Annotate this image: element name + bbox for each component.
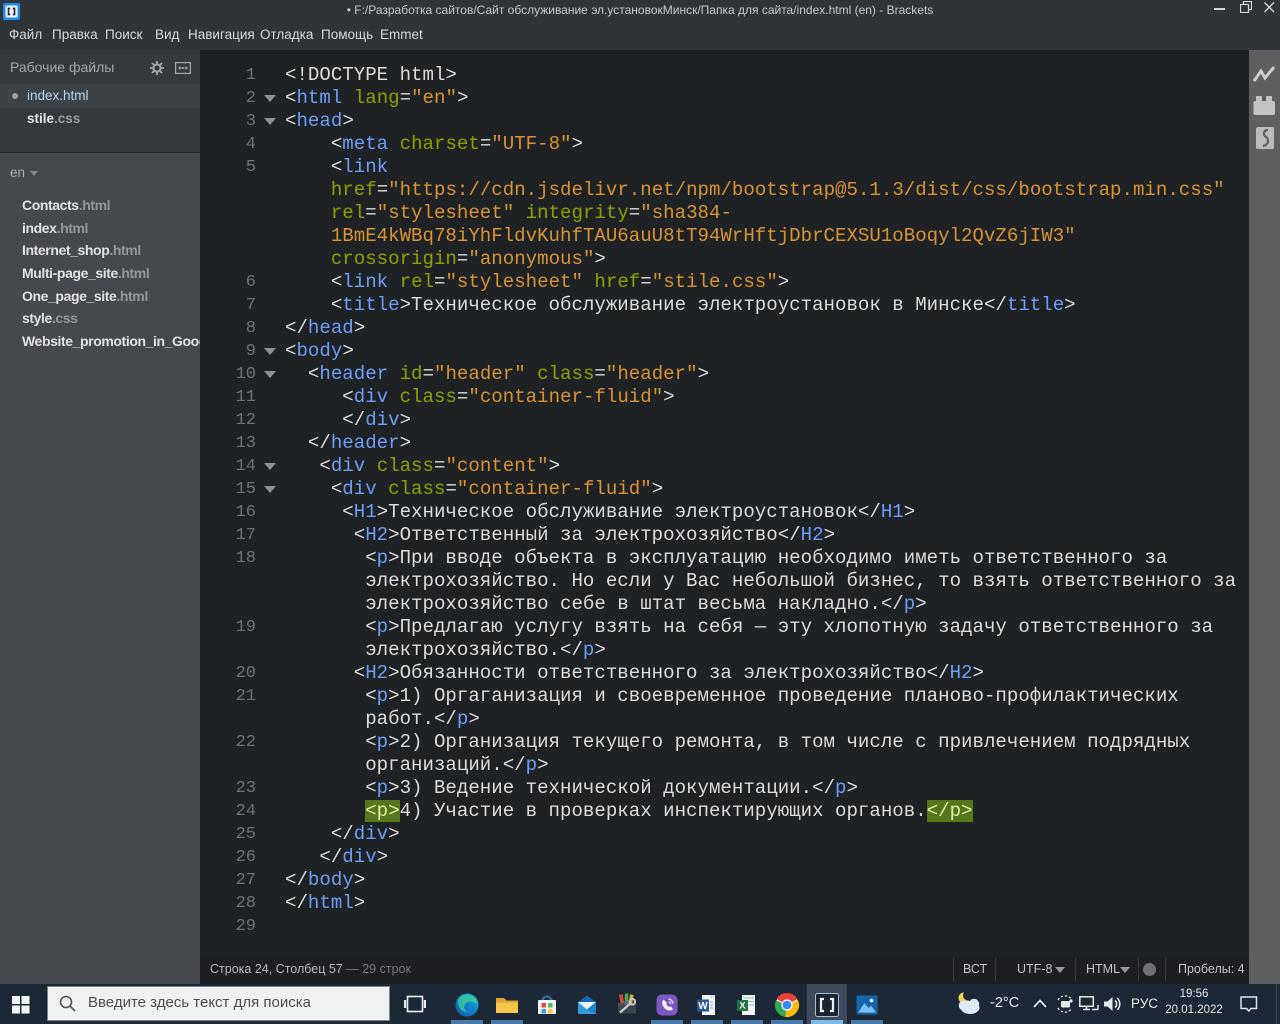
svg-text:W: W: [698, 1001, 708, 1012]
svg-text:X: X: [739, 1001, 745, 1011]
